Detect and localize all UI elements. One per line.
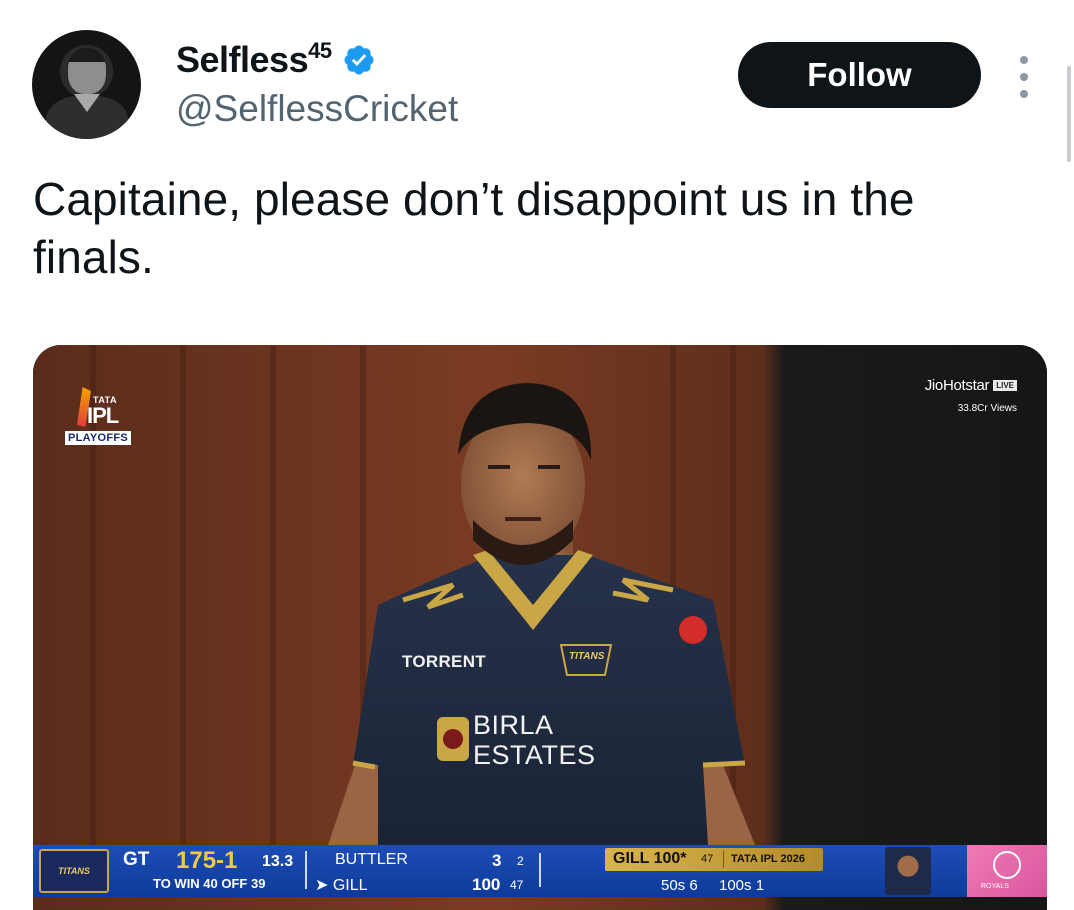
jiohotstar-brand: JioHotstar	[924, 377, 990, 394]
batter1-name: BUTTLER	[335, 851, 408, 868]
jersey-titans-badge: TITANS	[569, 651, 605, 662]
ipl-logo-text: IPL	[87, 403, 119, 428]
author-name-row[interactable]: Selfless45	[176, 38, 376, 81]
team-score: 175-1	[176, 847, 238, 874]
overs: 13.3	[262, 853, 294, 870]
target-text: TO WIN 40 OFF 39	[153, 876, 266, 891]
batting-team: GT	[123, 849, 150, 870]
batter2-name: ➤ GILL	[315, 877, 368, 894]
royals-emblem-icon	[993, 851, 1021, 879]
gt-team-badge: TITANS	[39, 849, 109, 893]
batter1-runs: 3	[492, 851, 502, 870]
author-handle[interactable]: @SelflessCricket	[176, 88, 458, 130]
follow-button[interactable]: Follow	[738, 42, 981, 108]
jersey-sponsor-torrent: TORRENT	[402, 652, 486, 671]
page-scrollbar[interactable]	[1067, 66, 1071, 162]
broadcast-scene	[33, 345, 1047, 910]
jiohotstar-watermark: JioHotstar LIVE 33.8Cr Views	[925, 377, 1017, 414]
view-count: 33.8Cr Views	[957, 403, 1017, 414]
milestone-name: GILL 100*	[613, 850, 687, 867]
ipl-playoffs-logo: TATA IPL PLAYOFFS	[55, 381, 132, 451]
ipl-logo-playoffs: PLAYOFFS	[65, 431, 132, 445]
score-divider	[305, 851, 307, 889]
royals-label: ROYALS	[981, 883, 1009, 890]
milestone-divider	[723, 850, 724, 868]
batter2-runs: 100	[472, 875, 501, 894]
milestone-tournament: TATA IPL 2026	[731, 853, 805, 865]
birla-line2: ESTATES	[473, 740, 596, 770]
milestone-balls: 47	[701, 853, 714, 865]
tweet-media-image[interactable]: TATA IPL PLAYOFFS JioHotstar LIVE 33.8Cr …	[33, 345, 1047, 910]
batters-divider	[539, 853, 541, 887]
scoreboard: TITANS GT 175-1 13.3 TO WIN 40 OFF 39 BU…	[33, 845, 1047, 897]
batter2-balls: 47	[510, 878, 524, 892]
avatar-head	[68, 48, 106, 94]
fifties-count: 50s 6	[661, 877, 698, 894]
batter1-balls: 2	[517, 854, 524, 868]
more-vertical-icon[interactable]	[1012, 56, 1036, 98]
jersey-sponsor-birla: BIRLA ESTATES	[473, 710, 596, 770]
author-display-name[interactable]: Selfless45	[176, 38, 332, 81]
player-headshot	[885, 847, 931, 895]
birla-line1: BIRLA	[473, 710, 554, 740]
live-badge: LIVE	[993, 380, 1017, 392]
author-avatar[interactable]	[32, 30, 141, 139]
verified-badge-icon	[344, 44, 374, 75]
hundreds-count: 100s 1	[719, 877, 765, 894]
tweet-text: Capitaine, please don’t disappoint us in…	[33, 173, 915, 283]
